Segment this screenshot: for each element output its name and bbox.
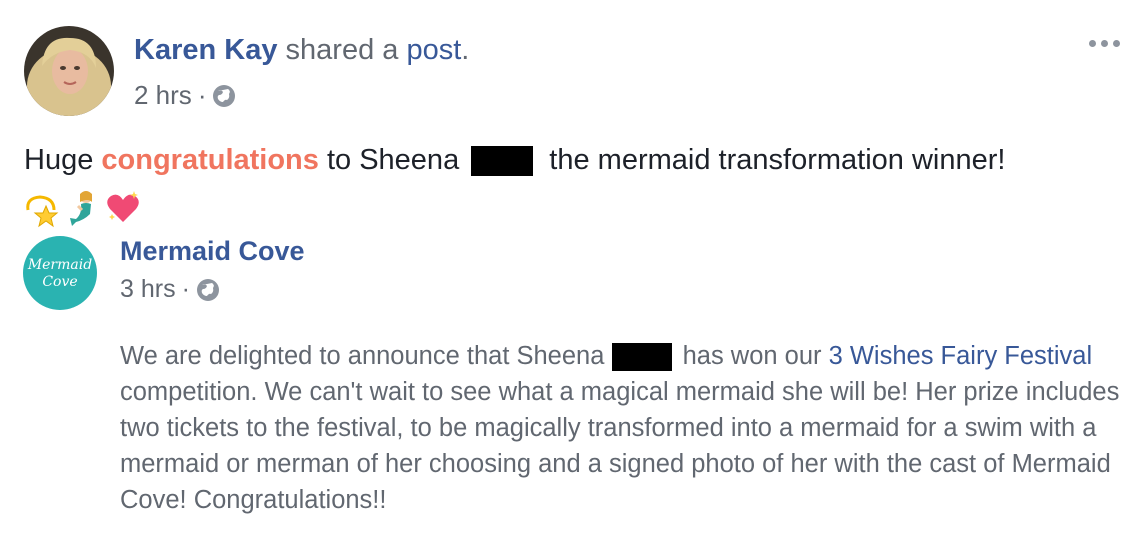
- globe-icon[interactable]: [196, 278, 220, 302]
- redaction-box: [611, 343, 672, 372]
- shared-timestamp[interactable]: 3 hrs: [120, 275, 176, 304]
- post-timestamp[interactable]: 2 hrs: [134, 80, 192, 111]
- redaction-box: [471, 146, 534, 177]
- action-text: shared a: [277, 34, 407, 66]
- shared-meta: 3 hrs ·: [120, 275, 220, 304]
- more-dot-icon: [1089, 40, 1096, 47]
- globe-icon[interactable]: [212, 84, 236, 108]
- author-avatar[interactable]: [24, 26, 114, 116]
- emoji-row: [24, 188, 142, 228]
- shared-post-text: We are delighted to announce that Sheena…: [120, 342, 1120, 514]
- dizzy-emoji-icon: [24, 188, 62, 228]
- meta-separator: ·: [197, 80, 207, 110]
- post-meta: 2 hrs ·: [134, 80, 236, 111]
- post-text: Huge congratulations to Sheena the merma…: [24, 144, 1006, 177]
- shared-page-avatar[interactable]: Mermaid Cove: [23, 236, 97, 310]
- more-dot-icon: [1101, 40, 1108, 47]
- highlighted-word: congratulations: [101, 144, 319, 176]
- more-dot-icon: [1113, 40, 1120, 47]
- more-options-button[interactable]: [1089, 40, 1120, 47]
- mermaid-emoji-icon: [64, 188, 102, 228]
- post-header: Karen Kay shared a post.: [134, 30, 469, 70]
- svg-text:Mermaid: Mermaid: [27, 257, 92, 273]
- shared-page-name[interactable]: Mermaid Cove: [120, 236, 305, 267]
- festival-link[interactable]: 3 Wishes Fairy Festival: [829, 342, 1093, 370]
- svg-text:Cove: Cove: [42, 274, 77, 290]
- author-name[interactable]: Karen Kay: [134, 34, 277, 66]
- meta-separator: ·: [181, 275, 190, 303]
- action-suffix: .: [461, 34, 470, 66]
- post-link[interactable]: post: [406, 34, 461, 66]
- sparkling-heart-emoji-icon: [104, 188, 142, 228]
